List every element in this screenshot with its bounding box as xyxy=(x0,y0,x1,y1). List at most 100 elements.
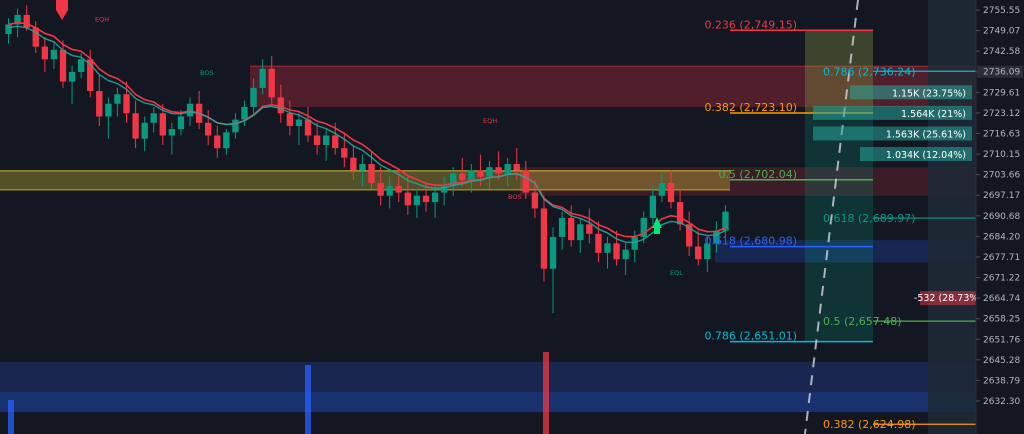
axis-tick-label: 2703.66 xyxy=(983,171,1020,181)
fib-label: 0.382 (2,723.10) xyxy=(704,101,797,114)
candle-body xyxy=(386,186,393,196)
candle-body xyxy=(32,27,39,47)
axis-tick-label: 2710.15 xyxy=(983,150,1020,160)
axis-tick-label: 2755.55 xyxy=(983,6,1020,16)
axis-tick-label: 2729.61 xyxy=(983,88,1020,98)
candle-body xyxy=(123,94,130,114)
volume-tag-text: 1.564K (21%) xyxy=(901,109,966,120)
candle-body xyxy=(96,91,103,117)
candle-body xyxy=(459,173,466,180)
fib-label: 0.618 (2,680.98) xyxy=(704,235,797,248)
axis-tick-label: 2684.20 xyxy=(983,232,1020,242)
candle-body xyxy=(568,217,575,241)
candle-body xyxy=(368,164,375,184)
candle-body xyxy=(658,183,666,196)
fib-label-right: 0.786 (2,736.24) xyxy=(823,65,916,78)
candle-body xyxy=(477,170,484,177)
fib-label-right: 0.5 (2,657.48) xyxy=(823,315,902,328)
axis-tick-label: 2677.71 xyxy=(983,253,1020,263)
fib-label-right: 0.618 (2,689.97) xyxy=(823,212,916,225)
fib-label-right: 0.382 (2,624.98) xyxy=(823,418,916,431)
candle-body xyxy=(214,135,221,149)
axis-tick-label: 2664.74 xyxy=(983,294,1020,304)
candle-body xyxy=(186,103,194,117)
candle-body xyxy=(531,192,539,209)
axis-tick-label: 2638.79 xyxy=(983,376,1020,386)
candle-body xyxy=(268,68,275,98)
structure-label: EQH xyxy=(483,117,497,125)
candle-body xyxy=(695,246,702,260)
candle-body xyxy=(513,164,520,171)
candle-body xyxy=(404,192,412,206)
volume-zone-top xyxy=(0,362,976,392)
candle-body xyxy=(577,224,584,241)
volume-bar xyxy=(543,352,549,434)
candle-body xyxy=(41,46,49,60)
axis-tick-label: 2651.76 xyxy=(983,335,1020,345)
candle-body xyxy=(522,170,529,193)
candle-body xyxy=(422,195,430,203)
candle-body xyxy=(649,195,657,218)
candle-body xyxy=(68,72,76,82)
candle-body xyxy=(141,122,148,139)
chart-area[interactable]: EQH BOS EQH BOS EQL 0.236 (2,749.15) 0.382 (2,… xyxy=(0,0,1024,434)
candle-body xyxy=(377,183,384,196)
candle-body xyxy=(259,68,266,88)
candle-body xyxy=(150,113,157,123)
candle-body xyxy=(322,135,330,145)
fib-label: 0.786 (2,651.01) xyxy=(704,330,797,343)
candle-body xyxy=(431,192,439,203)
volume-zone-bottom xyxy=(0,392,976,412)
candle-body xyxy=(177,116,185,130)
axis-tick-label: 2671.22 xyxy=(983,274,1020,284)
candle-body xyxy=(241,106,248,120)
candle-body xyxy=(595,233,602,253)
fib-label: 0.5 (2,702.04) xyxy=(718,168,797,181)
candle-body xyxy=(168,129,176,136)
structure-label: EQH xyxy=(95,15,109,23)
yellow-zone-bottom xyxy=(0,189,730,191)
candle-body xyxy=(558,217,566,237)
axis-tag-text: -532 (28.73%) xyxy=(914,293,982,304)
candle-body xyxy=(50,49,58,60)
candle-body xyxy=(105,103,112,117)
candle-body xyxy=(359,164,366,171)
candle-body xyxy=(504,164,511,174)
yellow-zone xyxy=(0,170,730,190)
candle-body xyxy=(250,87,257,107)
fib-label: 0.236 (2,749.15) xyxy=(704,18,797,31)
axis-tick-label: 2697.17 xyxy=(983,191,1020,201)
axis-tick-label: 2723.12 xyxy=(983,109,1020,119)
candle-body xyxy=(676,202,684,225)
candle-body xyxy=(586,224,593,234)
candle-body xyxy=(613,243,620,260)
volume-tag-text: 1.563K (25.61%) xyxy=(886,129,966,140)
candle-body xyxy=(295,119,303,126)
right-panel xyxy=(928,0,976,434)
candle-body xyxy=(722,211,729,231)
axis-tick-label: 2690.68 xyxy=(983,212,1020,222)
candle-body xyxy=(223,132,230,149)
candle-body xyxy=(341,148,348,158)
candle-body xyxy=(132,113,139,139)
volume-bar xyxy=(8,400,14,434)
candle-body xyxy=(631,236,638,250)
axis-tick-label: 2716.63 xyxy=(983,129,1020,139)
candle-body xyxy=(395,186,402,193)
candlestick-chart[interactable]: EQH BOS EQH BOS EQL 0.236 (2,749.15) 0.382 (2,… xyxy=(0,0,1024,434)
structure-label: BOS xyxy=(200,69,214,77)
volume-bar xyxy=(305,365,311,434)
candle-body xyxy=(159,113,166,136)
candle-body xyxy=(549,236,557,269)
axis-highlight-label: 2736.09 xyxy=(983,68,1020,78)
candle-body xyxy=(77,59,85,73)
candle-body xyxy=(232,119,239,133)
candle-body xyxy=(667,183,675,203)
candle-body xyxy=(604,243,611,253)
candle-body xyxy=(350,157,357,171)
candle-body xyxy=(495,167,502,174)
candle-body xyxy=(486,167,493,177)
volume-tag-text: 1.034K (12.04%) xyxy=(886,150,966,161)
axis-tick-label: 2749.07 xyxy=(983,27,1020,37)
structure-label: EQL xyxy=(670,269,683,277)
